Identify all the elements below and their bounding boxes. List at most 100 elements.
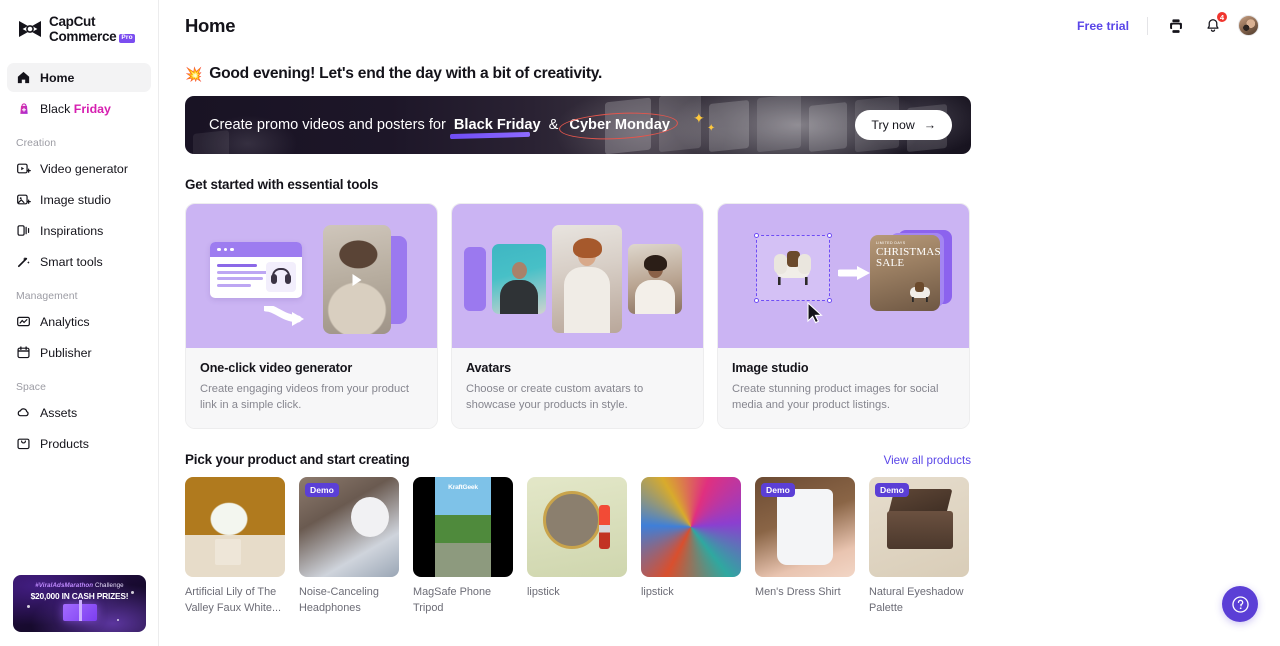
- product-list: Artificial Lily of The Valley Faux White…: [185, 477, 1280, 616]
- greeting-message: 💥 Good evening! Let's end the day with a…: [185, 65, 1280, 83]
- free-trial-link[interactable]: Free trial: [1077, 19, 1129, 33]
- product-image-6: Demo: [869, 477, 969, 578]
- product-image-4: [641, 477, 741, 578]
- product-overlay-logo: KraftGeek: [448, 484, 478, 492]
- product-image-5: Demo: [755, 477, 855, 578]
- sidebar-section-management: Management: [16, 291, 78, 303]
- demo-badge-1: Demo: [305, 483, 339, 498]
- play-icon: [352, 273, 362, 286]
- sidebar-item-inspirations-label: Inspirations: [40, 223, 104, 238]
- box-icon: [16, 436, 31, 451]
- brand-line2: Commerce: [49, 29, 117, 45]
- brand-name: CapCut Commerce Pro: [49, 14, 135, 44]
- try-now-button[interactable]: Try now →: [855, 110, 952, 140]
- sidebar-item-home[interactable]: Home: [7, 63, 151, 93]
- cursor-icon: [807, 302, 823, 324]
- tools-section-heading: Get started with essential tools: [185, 177, 379, 192]
- tool-card-1-body: One-click video generator Create engagin…: [186, 348, 437, 429]
- promo-hashtag: #ViralAdsMarathon: [35, 582, 94, 589]
- product-card-1[interactable]: Demo Noise-Canceling Headphones: [299, 477, 399, 616]
- tool-card-3-title: Image studio: [732, 361, 809, 375]
- sidebar-item-video-generator-label: Video generator: [40, 161, 128, 176]
- product-card-5[interactable]: Demo Men's Dress Shirt: [755, 477, 855, 616]
- sidebar-item-analytics[interactable]: Analytics: [7, 307, 151, 336]
- tool-card-1-title: One-click video generator: [200, 361, 353, 375]
- video-icon: [16, 161, 31, 176]
- tool-card-2-title: Avatars: [466, 361, 512, 375]
- avatar[interactable]: [1238, 15, 1259, 36]
- product-name-0: Artificial Lily of The Valley Faux White…: [185, 586, 282, 614]
- product-image-1: Demo: [299, 477, 399, 578]
- card1-arrow-icon: [264, 306, 304, 326]
- product-card-2[interactable]: KraftGeek MagSafe Phone Tripod: [413, 477, 513, 616]
- image-icon: [16, 192, 31, 207]
- product-image-3: [527, 477, 627, 578]
- card3-arrow-icon: [838, 266, 870, 280]
- products-section-header: Pick your product and start creating Vie…: [185, 429, 971, 467]
- sidebar-item-image-studio[interactable]: Image studio: [7, 185, 151, 214]
- help-button[interactable]: [1222, 586, 1258, 622]
- product-name-2: MagSafe Phone Tripod: [413, 586, 492, 614]
- card2-avatar-3: [628, 244, 682, 314]
- brand-line2-row: Commerce Pro: [49, 30, 135, 44]
- sidebar-item-inspirations[interactable]: Inspirations: [7, 216, 151, 245]
- bf-suffix: Friday: [73, 101, 111, 116]
- card3-poster-chair: [910, 282, 930, 302]
- sidebar-item-smart-tools[interactable]: Smart tools: [7, 247, 151, 276]
- sparkle-emoji-icon: 💥: [185, 65, 203, 82]
- sidebar-item-assets-label: Assets: [40, 405, 78, 420]
- sidebar-item-products[interactable]: Products: [7, 429, 151, 458]
- product-card-3[interactable]: lipstick: [527, 477, 627, 616]
- product-card-0[interactable]: Artificial Lily of The Valley Faux White…: [185, 477, 285, 616]
- capcut-logo-icon: [17, 18, 43, 40]
- card1-product-thumb: [266, 262, 296, 292]
- sidebar-item-image-studio-label: Image studio: [40, 192, 111, 207]
- view-all-products-link[interactable]: View all products: [884, 454, 971, 467]
- notifications-button[interactable]: 4: [1202, 11, 1228, 36]
- sidebar-item-smart-tools-label: Smart tools: [40, 254, 103, 269]
- card2-side-panel: [464, 247, 486, 311]
- sidebar-promo-banner[interactable]: #ViralAdsMarathon Challenge $20,000 IN C…: [13, 575, 146, 632]
- product-name-6: Natural Eyeshadow Palette: [869, 586, 964, 614]
- tool-card-1-artwork: [186, 204, 437, 348]
- content-area: 💥 Good evening! Let's end the day with a…: [159, 65, 1280, 616]
- brand-line1: CapCut: [49, 14, 96, 29]
- tool-card-avatars[interactable]: Avatars Choose or create custom avatars …: [451, 203, 704, 430]
- sidebar-item-publisher[interactable]: Publisher: [7, 338, 151, 367]
- card1-window-bar: [210, 242, 302, 257]
- notification-badge: 4: [1216, 11, 1228, 23]
- product-image-0: [185, 477, 285, 578]
- sidebar-item-assets[interactable]: Assets: [7, 398, 151, 427]
- card3-poster-title: CHRISTMAS SALE: [876, 247, 940, 269]
- card1-browser-window: [210, 242, 302, 298]
- tool-card-video-generator[interactable]: One-click video generator Create engagin…: [185, 203, 438, 430]
- printer-icon[interactable]: [1165, 15, 1186, 36]
- tool-card-image-studio[interactable]: LIMITED DAYS CHRISTMAS SALE Image studio…: [717, 203, 970, 430]
- page-title: Home: [185, 14, 236, 36]
- analytics-icon: [16, 314, 31, 329]
- sidebar-item-black-friday[interactable]: Black Friday: [7, 94, 151, 123]
- card3-chair-object: [774, 251, 811, 285]
- gift-box-icon: [62, 600, 97, 621]
- main-content: Home Free trial 4 💥 Good evening! Let's …: [159, 0, 1280, 646]
- topbar: Home Free trial 4: [159, 0, 1280, 51]
- wand-icon: [16, 254, 31, 269]
- sidebar-item-analytics-label: Analytics: [40, 314, 90, 329]
- sidebar-section-creation: Creation: [16, 138, 57, 150]
- demo-badge-6: Demo: [875, 483, 909, 498]
- product-name-3: lipstick: [527, 586, 560, 599]
- brand-logo[interactable]: CapCut Commerce Pro: [0, 0, 158, 44]
- calendar-icon: [16, 345, 31, 360]
- product-card-6[interactable]: Demo Natural Eyeshadow Palette: [869, 477, 969, 616]
- question-mark-icon: [1231, 595, 1249, 613]
- sidebar-section-space: Space: [16, 382, 46, 394]
- greeting-text: Good evening! Let's end the day with a b…: [209, 65, 603, 82]
- hero-highlight-black-friday: Black Friday: [449, 117, 543, 140]
- promo-challenge: Challenge: [93, 582, 124, 589]
- sidebar-item-video-generator[interactable]: Video generator: [7, 154, 151, 183]
- promo-hero-banner[interactable]: Create promo videos and posters for Blac…: [185, 96, 971, 154]
- card2-avatar-1: [492, 244, 546, 314]
- arrow-right-icon: →: [923, 118, 936, 132]
- tool-card-2-desc: Choose or create custom avatars to showc…: [466, 383, 644, 412]
- product-card-4[interactable]: lipstick: [641, 477, 741, 616]
